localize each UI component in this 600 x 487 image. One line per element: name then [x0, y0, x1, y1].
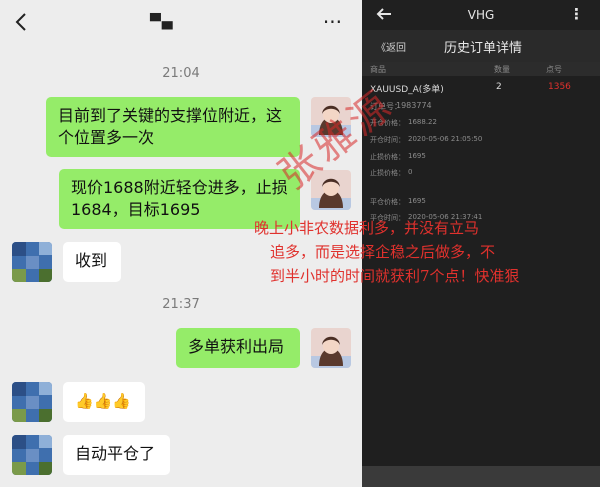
- message-bubble[interactable]: 自动平仓了: [63, 435, 170, 475]
- chat-header: ▀▄ ···: [0, 0, 362, 46]
- column-header-product: 商品: [370, 65, 386, 74]
- my-avatar[interactable]: [311, 328, 351, 368]
- field-value: 0: [408, 168, 413, 176]
- avatar-pixelated-icon: [12, 435, 52, 475]
- app-name: VHG: [467, 8, 495, 22]
- return-link[interactable]: 《返回: [376, 39, 406, 54]
- message-bubble[interactable]: 多单获利出局: [176, 328, 300, 368]
- field-value: 1695: [408, 152, 426, 160]
- field-label: 平仓价格：: [370, 198, 405, 206]
- chat-title: ▀▄: [150, 14, 174, 30]
- points-value: 1356: [548, 82, 571, 92]
- contact-avatar[interactable]: [12, 242, 52, 282]
- column-header-qty: 数量: [494, 65, 510, 74]
- field-value: 2020-05-06 21:05:50: [408, 135, 483, 143]
- annotation-line: 晚上小非农数据利多，并没有立马: [254, 219, 480, 237]
- message-bubble[interactable]: 收到: [63, 242, 121, 282]
- more-options-icon[interactable]: ···: [323, 12, 342, 32]
- field-label: 止损价格：: [370, 153, 405, 161]
- field-value: 1983774: [396, 101, 432, 110]
- quantity: 2: [496, 82, 502, 92]
- annotation-line: 到半小时的时间就获利7个点！快准狠: [270, 267, 520, 285]
- avatar-photo-icon: [311, 328, 351, 368]
- back-arrow-icon[interactable]: [14, 12, 28, 32]
- avatar-pixelated-icon: [12, 382, 52, 422]
- field-value: 1688.22: [408, 118, 437, 126]
- field-value: 1695: [408, 197, 426, 205]
- annotation-line: 追多，而是选择企稳之后做多，不: [270, 243, 496, 261]
- contact-avatar[interactable]: [12, 435, 52, 475]
- message-bubble[interactable]: 目前到了关键的支撑位附近，这个位置多一次: [46, 97, 300, 157]
- more-vertical-icon[interactable]: ⋮: [569, 5, 584, 23]
- contact-avatar[interactable]: [12, 382, 52, 422]
- page-header: 《返回 历史订单详情: [362, 30, 600, 62]
- table-header: 商品 数量 点号: [362, 62, 600, 76]
- timestamp: 21:04: [162, 66, 200, 81]
- field-label: 止损价格：: [370, 169, 405, 177]
- app-top-bar: VHG ⋮: [362, 0, 600, 30]
- bottom-bar: [362, 466, 600, 487]
- avatar-pixelated-icon: [12, 242, 52, 282]
- thumbs-up-emoji-message[interactable]: 👍👍👍: [63, 382, 145, 422]
- timestamp: 21:37: [162, 297, 200, 312]
- page-title: 历史订单详情: [444, 41, 523, 56]
- column-header-points: 点号: [546, 65, 562, 74]
